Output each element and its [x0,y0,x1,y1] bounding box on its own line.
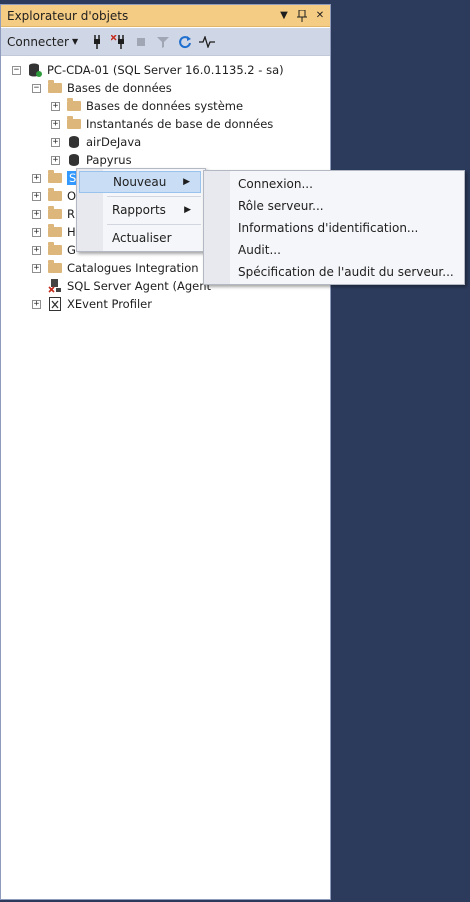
tree-node-h[interactable]: + H [32,223,76,241]
expand-icon[interactable]: + [32,299,41,309]
folder-icon [48,206,62,221]
xevent-profiler-icon [48,297,62,311]
explorer-toolbar: Connecter ▼ [1,28,330,56]
catalogs-label: Catalogues Integration Se [67,261,217,275]
database-icon [67,135,81,149]
tree-node-databases[interactable]: − Bases de données [32,79,172,97]
expand-icon[interactable]: + [32,209,41,219]
submenu-new: Connexion... Rôle serveur... Information… [203,170,465,285]
db-airdejava-label: airDeJava [86,135,142,149]
tree-node-g[interactable]: + G [32,241,76,259]
submenu-arrow-icon: ▶ [183,177,190,187]
disconnect-icon[interactable] [110,33,128,51]
db-papyrus-label: Papyrus [86,153,132,167]
agent-label: SQL Server Agent (Agent [67,279,212,293]
menu-item-refresh[interactable]: Actualiser [79,227,201,249]
tree-node-agent[interactable]: SQL Server Agent (Agent [48,277,211,295]
object-explorer-panel: Explorateur d'objets ▼ ✕ Connecter ▼ − P… [0,4,331,900]
tree-node-r[interactable]: + R [32,205,75,223]
system-databases-label: Bases de données système [86,99,244,113]
expand-icon[interactable]: + [51,155,60,165]
expand-icon[interactable]: + [32,191,41,201]
menu-item-new[interactable]: Nouveau ▶ [79,171,201,193]
expand-icon[interactable]: + [51,137,60,147]
tree-node-security[interactable]: + S [32,169,79,187]
tree-node-catalogs[interactable]: + Catalogues Integration Se [32,259,217,277]
close-icon[interactable]: ✕ [312,8,328,24]
expand-icon[interactable]: + [32,245,41,255]
tree-node-snapshots[interactable]: + Instantanés de base de données [51,115,273,133]
panel-titlebar: Explorateur d'objets ▼ ✕ [1,5,330,27]
tree-node-server[interactable]: − PC-CDA-01 (SQL Server 16.0.1135.2 - sa… [12,61,284,79]
context-menu: Nouveau ▶ Rapports ▶ Actualiser [76,168,206,252]
collapse-icon[interactable]: − [32,83,41,93]
refresh-icon[interactable] [176,33,194,51]
folder-icon [48,80,62,95]
expand-icon[interactable]: + [51,119,60,129]
activity-monitor-icon[interactable] [198,33,216,51]
snapshots-label: Instantanés de base de données [86,117,274,131]
menu-separator [107,196,201,197]
h-label: H [67,225,76,239]
submenu-item-audit[interactable]: Audit... [238,239,281,261]
submenu-item-login[interactable]: Connexion... [238,173,313,195]
stop-icon [132,33,150,51]
tree-node-db-papyrus[interactable]: + Papyrus [51,151,132,169]
tree-node-system-databases[interactable]: + Bases de données système [51,97,243,115]
filter-icon [154,33,172,51]
tree-node-db-airdejava[interactable]: + airDeJava [51,133,141,151]
expand-icon[interactable]: + [51,101,60,111]
window-dropdown-icon[interactable]: ▼ [276,8,292,24]
folder-icon [48,188,62,203]
connect-button[interactable]: Connecter ▼ [7,35,78,49]
collapse-icon[interactable]: − [12,65,21,75]
tree-node-xevent[interactable]: + XEvent Profiler [32,295,152,313]
submenu-arrow-icon: ▶ [184,205,191,215]
database-icon [67,153,81,167]
menu-item-reports[interactable]: Rapports ▶ [79,199,201,221]
submenu-item-server-audit-spec[interactable]: Spécification de l'audit du serveur... [238,261,454,283]
expand-icon[interactable]: + [32,173,41,183]
tree-node-o[interactable]: + O [32,187,76,205]
o-label: O [67,189,77,203]
folder-icon [67,98,81,113]
folder-icon [48,260,62,275]
xevent-label: XEvent Profiler [67,297,152,311]
connect-plug-icon[interactable] [88,33,106,51]
expand-icon[interactable]: + [32,263,41,273]
server-label: PC-CDA-01 (SQL Server 16.0.1135.2 - sa) [47,63,284,77]
expand-icon[interactable]: + [32,227,41,237]
databases-label: Bases de données [67,81,172,95]
folder-icon [67,116,81,131]
submenu-gutter [204,171,230,284]
menu-separator [107,224,201,225]
connect-label: Connecter [7,34,69,49]
submenu-item-server-role[interactable]: Rôle serveur... [238,195,324,217]
server-connected-icon [28,63,42,77]
panel-title: Explorateur d'objets [7,8,129,23]
menu-item-new-label: Nouveau [113,175,167,189]
menu-item-reports-label: Rapports [112,203,166,217]
pin-icon[interactable] [294,8,310,24]
g-label: G [67,243,76,257]
agent-stopped-icon [48,279,62,293]
folder-icon [48,170,62,185]
folder-icon [48,224,62,239]
r-label: R [67,207,75,221]
chevron-down-icon: ▼ [71,37,79,46]
folder-icon [48,242,62,257]
menu-item-refresh-label: Actualiser [112,231,172,245]
submenu-item-credentials[interactable]: Informations d'identification... [238,217,418,239]
